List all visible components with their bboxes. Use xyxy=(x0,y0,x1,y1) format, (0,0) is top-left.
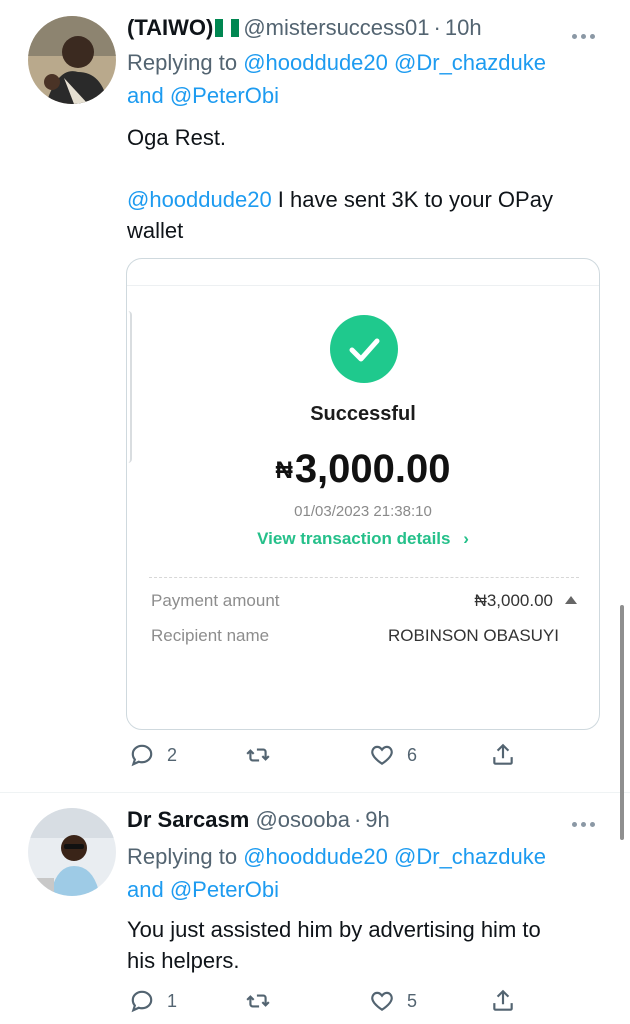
more-options-icon[interactable] xyxy=(572,814,600,834)
mention-link[interactable]: @Dr_chazduke xyxy=(394,844,546,869)
reply-icon xyxy=(131,990,153,1013)
mention-link[interactable]: @hooddude20 xyxy=(127,187,272,212)
replying-and: and xyxy=(127,83,164,108)
replying-and: and xyxy=(127,877,164,902)
payment-amount-row: Payment amount ₦3,000.00 xyxy=(151,591,577,611)
tweet-header: Dr Sarcasm @osooba · 9h xyxy=(127,806,390,834)
mention-link[interactable]: @hooddude20 xyxy=(243,844,388,869)
time-separator: · xyxy=(433,15,441,40)
mention-link[interactable]: @Dr_chazduke xyxy=(394,50,546,75)
heart-icon xyxy=(371,991,393,1011)
tweet-text-line: You just assisted him by advertising him… xyxy=(127,917,541,942)
share-icon xyxy=(493,743,513,765)
recipient-row: Recipient name ROBINSON OBASUYI xyxy=(151,626,577,646)
tweet-text-line: I have sent 3K to your OPay xyxy=(271,187,553,212)
view-details-label: View transaction details xyxy=(257,529,451,548)
like-count: 6 xyxy=(407,744,418,765)
more-options-icon[interactable] xyxy=(572,26,600,46)
tweet-text-line: his helpers. xyxy=(127,948,240,973)
recipient-label: Recipient name xyxy=(151,626,270,645)
dashed-divider xyxy=(149,577,579,578)
tweet-actions: 1 5 xyxy=(127,988,527,1018)
amount-value: 3,000.00 xyxy=(294,447,451,491)
tweet-actions: 2 6 xyxy=(127,742,527,772)
nigeria-flag-icon xyxy=(215,16,240,44)
collapse-triangle-icon xyxy=(565,596,577,604)
payment-amount-label: Payment amount xyxy=(151,591,280,610)
mention-link[interactable]: @hooddude20 xyxy=(243,50,388,75)
payment-amount-value: ₦3,000.00 xyxy=(474,591,553,610)
reply-button[interactable]: 1 xyxy=(129,988,177,1014)
receipt-side-edge xyxy=(127,311,132,463)
avatar[interactable] xyxy=(28,16,116,104)
retweet-icon xyxy=(246,994,270,1008)
share-button[interactable] xyxy=(490,742,516,768)
tweet-time[interactable]: 9h xyxy=(365,807,389,832)
view-transaction-details-link[interactable]: View transaction details › xyxy=(127,529,599,549)
share-button[interactable] xyxy=(490,988,516,1014)
currency-symbol: ₦ xyxy=(275,457,293,484)
author-handle[interactable]: @mistersuccess01 xyxy=(243,15,429,40)
tweet-dr-sarcasm[interactable]: Dr Sarcasm @osooba · 9h Replying to @hoodd… xyxy=(0,806,630,1024)
author-handle[interactable]: @osooba xyxy=(255,807,350,832)
avatar[interactable] xyxy=(28,808,116,896)
mention-link[interactable]: @PeterObi xyxy=(170,83,279,108)
receipt-status: Successful xyxy=(310,403,416,425)
replying-prefix: Replying to xyxy=(127,50,238,75)
avatar-photo xyxy=(28,808,116,896)
tweet-text-line: wallet xyxy=(127,218,184,243)
like-button[interactable]: 5 xyxy=(369,988,417,1014)
like-count: 5 xyxy=(407,990,418,1011)
retweet-button[interactable] xyxy=(245,988,283,1014)
like-button[interactable]: 6 xyxy=(369,742,417,768)
heart-icon xyxy=(371,745,393,765)
share-icon xyxy=(493,989,513,1011)
time-separator: · xyxy=(353,807,362,832)
reply-icon xyxy=(131,744,153,767)
scrollbar[interactable] xyxy=(620,605,624,840)
replying-prefix: Replying to xyxy=(127,844,238,869)
author-name[interactable]: Dr Sarcasm xyxy=(127,807,249,832)
replying-to: Replying to @hooddude20 @Dr_chazduke and… xyxy=(127,46,597,112)
receipt-image-card[interactable]: Successful ₦3,000.00 01/03/2023 21:38:10… xyxy=(126,258,600,730)
retweet-button[interactable] xyxy=(245,742,283,768)
mention-link[interactable]: @PeterObi xyxy=(170,877,279,902)
reply-count: 2 xyxy=(167,744,178,765)
receipt-datetime: 01/03/2023 21:38:10 xyxy=(294,503,432,520)
reply-count: 1 xyxy=(167,990,178,1011)
author-name[interactable]: (TAIWO) xyxy=(127,15,213,40)
tweet-text: Oga Rest. @hooddude20 I have sent 3K to … xyxy=(127,122,607,246)
chevron-right-icon: › xyxy=(463,529,469,548)
tweet-text-line: Oga Rest. xyxy=(127,125,227,150)
receipt-amount: ₦3,000.00 xyxy=(127,447,599,492)
tweet-header: (TAIWO) @mistersuccess01 · 10h xyxy=(127,14,482,44)
receipt-top-edge xyxy=(127,285,599,286)
success-check-icon xyxy=(330,315,398,383)
tweet-text: You just assisted him by advertising him… xyxy=(127,914,607,976)
replying-to: Replying to @hooddude20 @Dr_chazduke and… xyxy=(127,840,597,906)
reply-button[interactable]: 2 xyxy=(129,742,177,768)
recipient-value: ROBINSON OBASUYI xyxy=(388,626,559,645)
avatar-photo xyxy=(28,16,116,104)
tweet-time[interactable]: 10h xyxy=(445,15,482,40)
retweet-icon xyxy=(246,748,270,762)
tweet-divider xyxy=(0,792,630,793)
